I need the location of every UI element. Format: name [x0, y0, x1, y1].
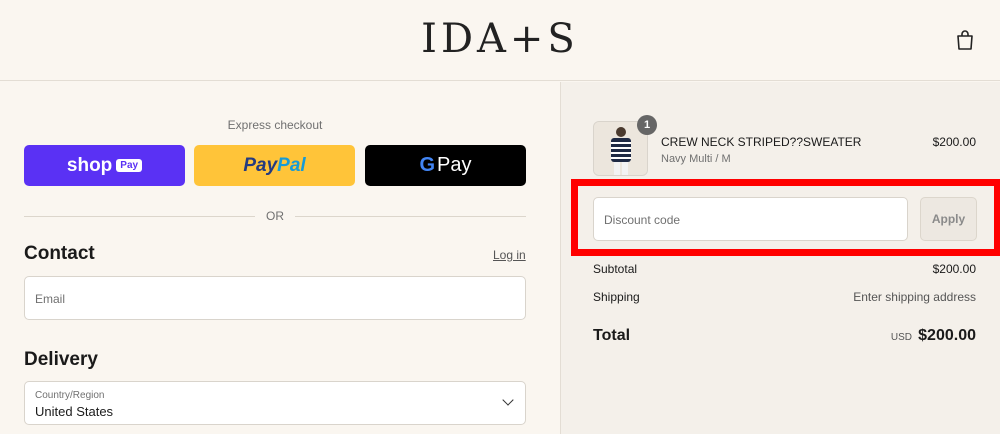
google-pay-word: Pay — [437, 154, 472, 176]
shop-pay-button[interactable]: shop Pay — [24, 145, 185, 186]
checkout-form: Express checkout shop Pay Pay Pal G Pay O… — [0, 82, 560, 434]
email-field[interactable]: Email — [24, 276, 526, 320]
country-select[interactable]: Country/Region United States — [24, 381, 526, 425]
order-summary: 1 CREW NECK STRIPED??SWEATER Navy Multi … — [560, 82, 1000, 434]
country-value: United States — [35, 404, 114, 419]
delivery-title: Delivery — [24, 349, 98, 370]
store-logo[interactable]: IDA+S — [0, 16, 1000, 62]
paypal-button[interactable]: Pay Pal — [194, 145, 355, 186]
shipping-label: Shipping — [593, 290, 640, 304]
chevron-down-icon — [502, 394, 514, 406]
express-checkout-label: Express checkout — [227, 118, 323, 132]
total-value: $200.00 — [918, 327, 976, 344]
product-variant: Navy Multi / M — [661, 153, 731, 165]
log-in-link[interactable]: Log in — [493, 248, 526, 262]
apply-button[interactable]: Apply — [920, 197, 977, 241]
paypal-word-1: Pay — [243, 154, 278, 176]
quantity-badge: 1 — [637, 115, 657, 135]
email-placeholder: Email — [35, 292, 66, 306]
site-header: IDA+S — [0, 0, 1000, 81]
google-g-icon: G — [419, 154, 436, 176]
or-divider: OR — [24, 209, 526, 223]
country-label: Country/Region — [35, 390, 105, 401]
shopping-bag-icon[interactable] — [955, 29, 975, 51]
product-name: CREW NECK STRIPED??SWEATER — [661, 135, 862, 149]
contact-title: Contact — [24, 243, 95, 264]
discount-code-input[interactable]: Discount code — [593, 197, 908, 241]
paypal-word-2: Pal — [277, 154, 306, 176]
or-label: OR — [266, 209, 284, 223]
subtotal-value: $200.00 — [932, 262, 976, 276]
total-currency: USD — [890, 332, 912, 343]
google-pay-button[interactable]: G Pay — [365, 145, 526, 186]
shop-pay-word: shop — [66, 154, 113, 176]
discount-placeholder: Discount code — [604, 213, 681, 227]
shipping-value: Enter shipping address — [853, 290, 976, 304]
shop-pay-chip: Pay — [116, 159, 143, 172]
total-label: Total — [593, 327, 631, 344]
subtotal-label: Subtotal — [593, 262, 638, 276]
product-price: $200.00 — [932, 135, 976, 149]
